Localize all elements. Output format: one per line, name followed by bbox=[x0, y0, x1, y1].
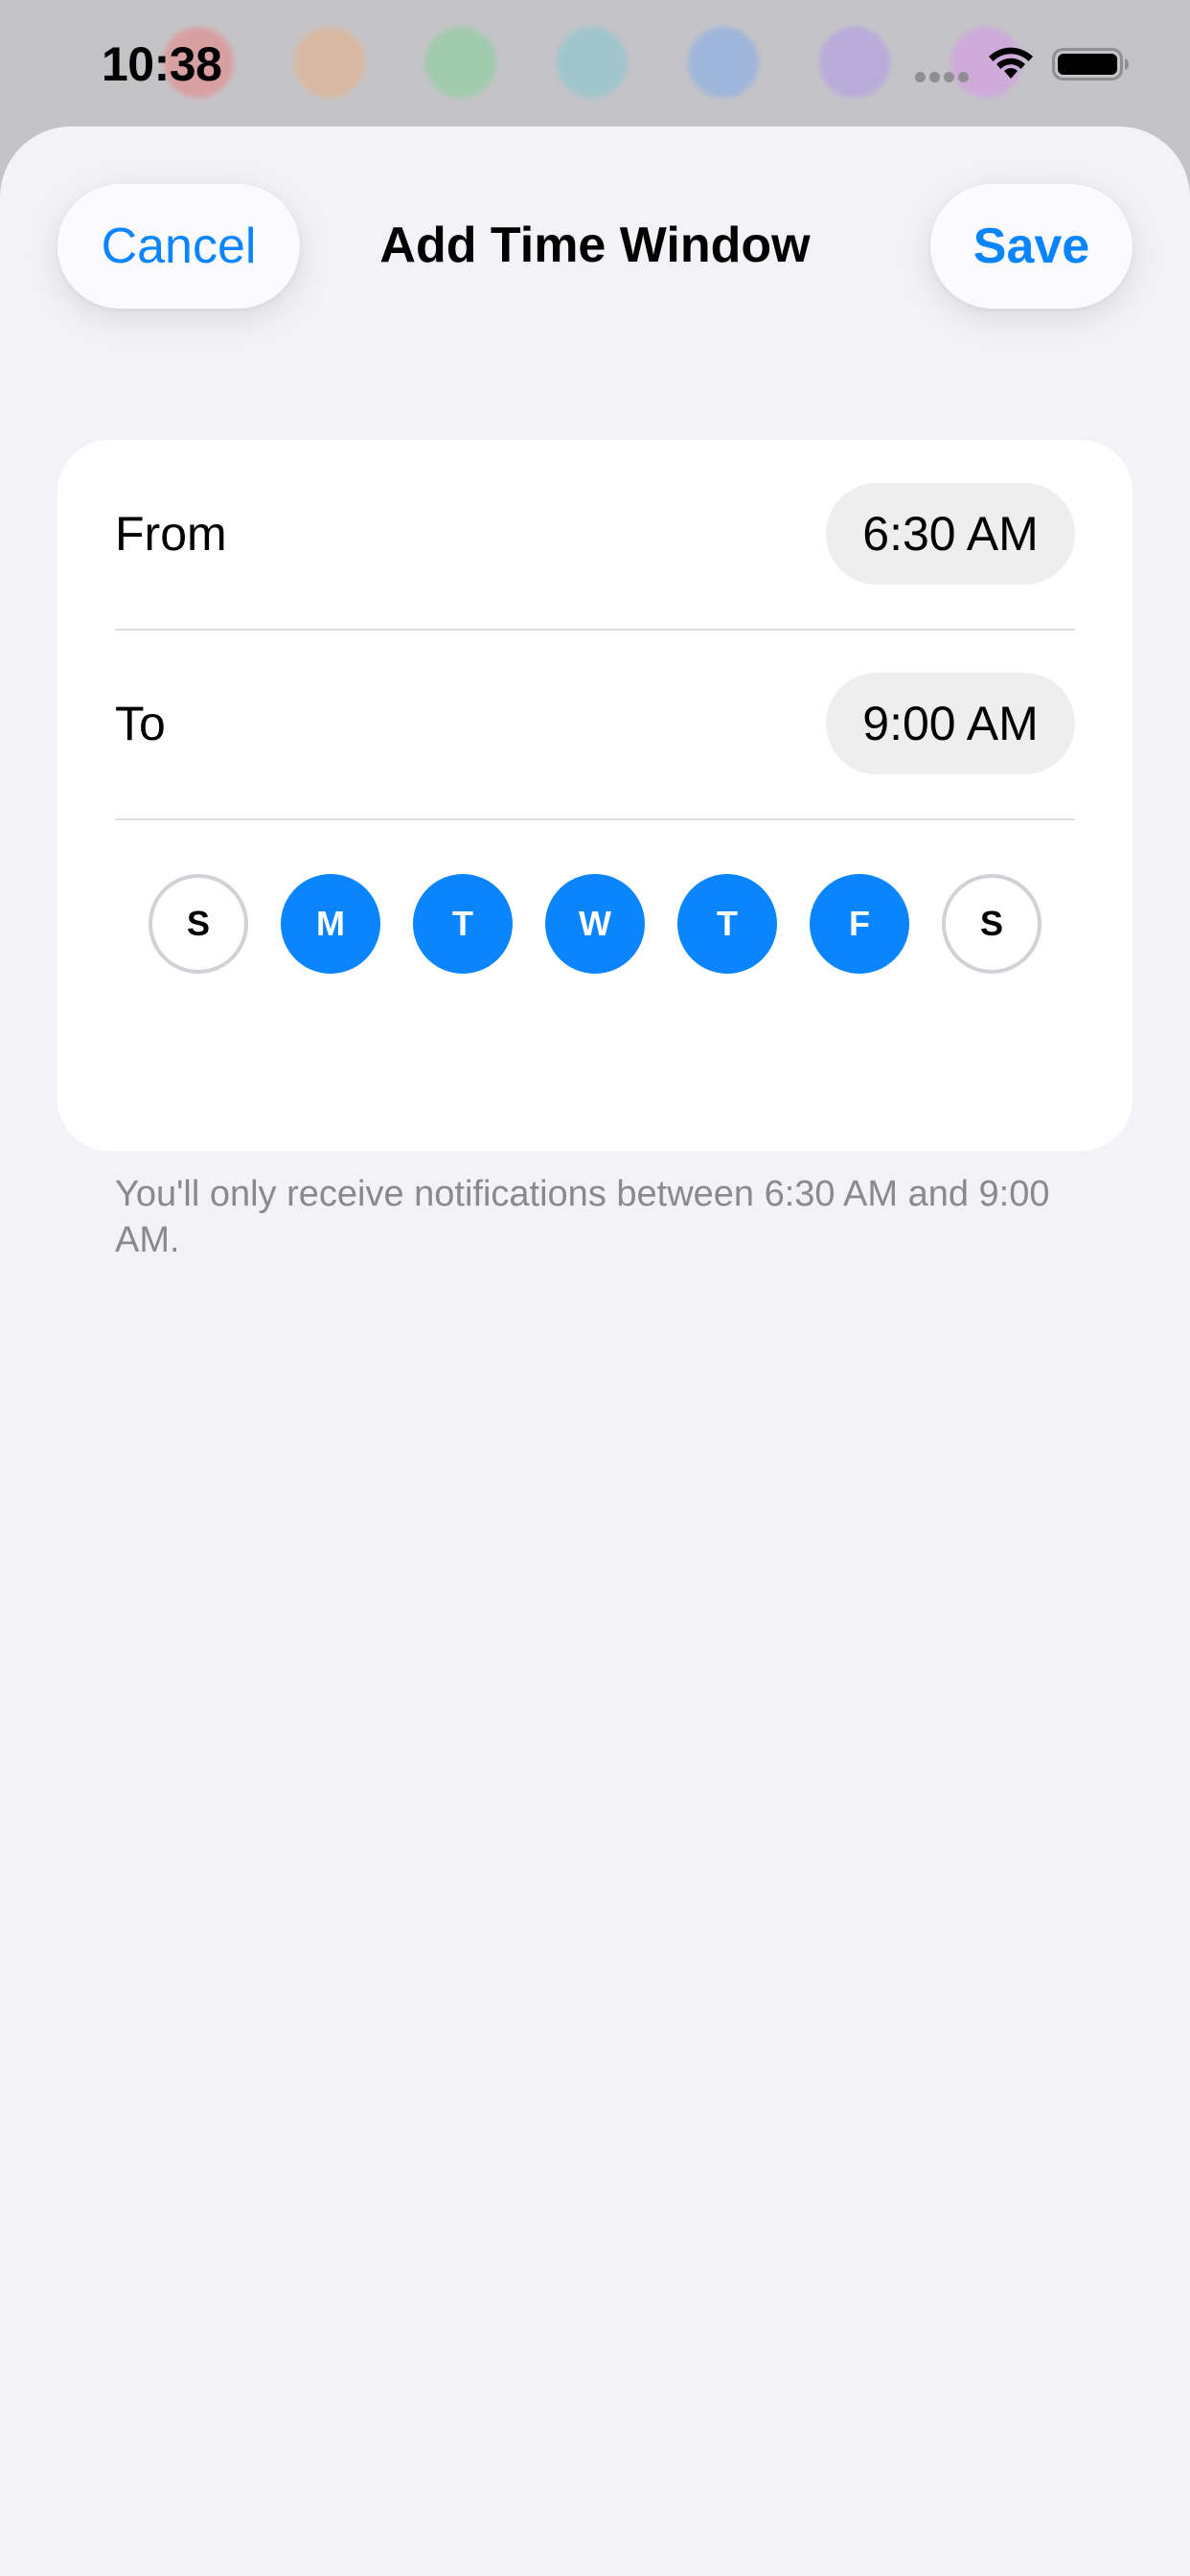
wifi-icon bbox=[989, 47, 1033, 79]
to-label: To bbox=[115, 697, 166, 750]
to-time-picker[interactable]: 9:00 AM bbox=[826, 673, 1075, 774]
day-toggle-saturday[interactable]: S bbox=[942, 874, 1041, 974]
time-window-card: From 6:30 AM To 9:00 AM S M T W T F S bbox=[57, 440, 1133, 1151]
add-time-window-sheet: Cancel Add Time Window Save From 6:30 AM… bbox=[0, 126, 1190, 2576]
day-toggle-sunday[interactable]: S bbox=[149, 874, 248, 974]
from-label: From bbox=[115, 507, 227, 561]
from-time-picker[interactable]: 6:30 AM bbox=[826, 483, 1075, 585]
status-bar: 10:38 bbox=[0, 0, 1190, 126]
day-toggle-monday[interactable]: M bbox=[281, 874, 380, 974]
day-toggle-wednesday[interactable]: W bbox=[545, 874, 645, 974]
status-time: 10:38 bbox=[102, 37, 222, 91]
day-toggle-tuesday[interactable]: T bbox=[413, 874, 513, 974]
divider bbox=[115, 818, 1075, 820]
cellular-dots-icon bbox=[915, 72, 971, 83]
day-toggle-thursday[interactable]: T bbox=[677, 874, 777, 974]
sheet-header: Cancel Add Time Window Save bbox=[0, 126, 1190, 328]
time-window-footnote: You'll only receive notifications betwee… bbox=[115, 1174, 1050, 1260]
weekday-selector: S M T W T F S bbox=[149, 874, 1043, 974]
to-row: To 9:00 AM bbox=[115, 630, 1075, 819]
battery-icon bbox=[1052, 48, 1129, 80]
day-toggle-friday[interactable]: F bbox=[810, 874, 909, 974]
from-row: From 6:30 AM bbox=[115, 440, 1075, 630]
save-button[interactable]: Save bbox=[930, 184, 1133, 309]
